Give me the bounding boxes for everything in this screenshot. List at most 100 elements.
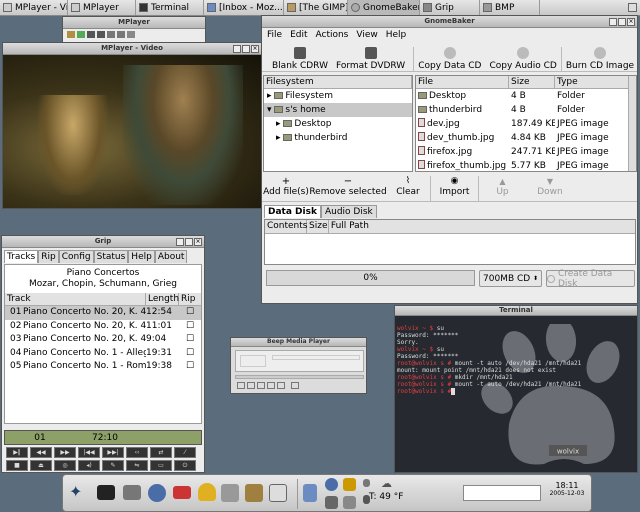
bmp-seekbar[interactable] — [235, 375, 364, 379]
tab-help[interactable]: Help — [128, 250, 155, 263]
window-titlebar[interactable]: Beep Media Player — [231, 338, 366, 347]
tab-rip[interactable]: Rip — [38, 250, 59, 263]
rip-checkbox[interactable]: ☐ — [179, 360, 201, 374]
text-editor-icon[interactable] — [269, 484, 287, 502]
import-button[interactable]: ◉ Import — [430, 176, 478, 201]
window-titlebar[interactable]: Terminal — [395, 306, 637, 316]
minimize-icon[interactable] — [233, 45, 241, 53]
type-column-header[interactable]: Type — [555, 76, 630, 88]
format-dvdrw-button[interactable]: Format DVDRW — [332, 47, 409, 71]
window-titlebar[interactable]: MPlayer — [63, 17, 205, 29]
close-icon[interactable]: × — [251, 45, 259, 53]
tree-row[interactable]: ▸ Filesystem — [264, 89, 412, 103]
task-gnomebaker[interactable]: GnomeBaker — [348, 0, 420, 15]
remove-selected-button[interactable]: − Remove selected — [309, 176, 386, 201]
start-menu-icon[interactable]: ✦ — [69, 483, 87, 501]
mail-icon[interactable] — [173, 486, 191, 499]
rewind-button[interactable]: ◀◀ — [30, 447, 52, 458]
image-viewer-icon[interactable] — [221, 484, 239, 502]
down-button[interactable]: ▼ Down — [526, 176, 574, 201]
tray-icon[interactable] — [628, 3, 637, 12]
file-row[interactable]: thunderbird 4 B Folder — [416, 103, 636, 117]
tree-row[interactable]: ▸ thunderbird — [264, 131, 412, 145]
window-titlebar[interactable]: GnomeBaker × — [262, 16, 637, 28]
tab-status[interactable]: Status — [93, 250, 129, 263]
tab-config[interactable]: Config — [58, 250, 94, 263]
weather-temperature[interactable]: T: 49 °F — [369, 492, 403, 502]
clear-button[interactable]: ⌇ Clear — [386, 176, 430, 201]
maximize-icon[interactable] — [242, 45, 250, 53]
close-icon[interactable]: × — [194, 238, 202, 246]
stop-icon[interactable] — [97, 31, 105, 38]
volume-button[interactable]: ◂) — [78, 460, 100, 471]
maximize-icon[interactable] — [618, 18, 626, 26]
fullscreen-icon[interactable] — [127, 31, 135, 38]
track-row[interactable]: 01 Piano Concerto No. 20, K. 466 12:54 ☐ — [5, 306, 201, 320]
prev-track-button[interactable]: |◀◀ — [78, 447, 100, 458]
file-list-scrollbar[interactable] — [628, 76, 636, 171]
stop-icon[interactable] — [267, 382, 275, 389]
play-icon[interactable] — [77, 31, 85, 38]
printer-icon[interactable] — [343, 496, 356, 509]
pause-icon[interactable] — [257, 382, 265, 389]
blank-cdrw-button[interactable]: Blank CDRW — [268, 47, 332, 71]
track-row[interactable]: 04 Piano Concerto No. 1 - Allegro 19:31 ☐ — [5, 347, 201, 361]
terminal-output[interactable]: wolvix ~ $ su Password: ******* Sorry. wolv… — [397, 318, 581, 409]
task-mplayer[interactable]: MPlayer — [68, 0, 136, 15]
power-button[interactable]: ⏻ — [174, 460, 196, 471]
size-column-header[interactable]: Size — [307, 220, 329, 233]
copy-audio-cd-button[interactable]: Copy Audio CD — [485, 47, 560, 71]
network-button[interactable]: ⇋ — [126, 460, 148, 471]
prev-icon[interactable] — [107, 31, 115, 38]
task-terminal[interactable]: Terminal — [136, 0, 204, 15]
create-data-disk-button[interactable]: Create Data Disk — [546, 269, 635, 289]
tab-data-disk[interactable]: Data Disk — [264, 205, 321, 218]
eject-button[interactable]: ⏏ — [30, 460, 52, 471]
rip-checkbox[interactable]: ☐ — [179, 306, 201, 320]
full-path-column-header[interactable]: Full Path — [329, 220, 635, 233]
tab-tracks[interactable]: Tracks — [4, 250, 39, 263]
menu-help[interactable]: Help — [386, 30, 407, 40]
menu-view[interactable]: View — [356, 30, 377, 40]
shuffle-button[interactable]: ⇄ — [150, 447, 172, 458]
terminal-launcher-icon[interactable] — [97, 485, 115, 500]
window-titlebar[interactable]: Grip × — [2, 236, 204, 248]
tab-about[interactable]: About — [154, 250, 188, 263]
misc-button[interactable]: ⁄ — [174, 447, 196, 458]
file-manager-icon[interactable] — [123, 485, 141, 500]
prev-disc-button[interactable]: ‹‹ — [126, 447, 148, 458]
stop-button[interactable]: ■ — [6, 460, 28, 471]
system-icon[interactable] — [303, 484, 317, 502]
maximize-icon[interactable] — [185, 238, 193, 246]
open-icon[interactable] — [67, 31, 75, 38]
play-pause-button[interactable]: ▶‖ — [6, 447, 28, 458]
up-button[interactable]: ▲ Up — [478, 176, 526, 201]
tree-row[interactable]: ▸ Desktop — [264, 117, 412, 131]
expander-icon[interactable]: ▾ — [267, 105, 274, 115]
task-gimp[interactable]: [The GIMP] — [284, 0, 348, 15]
rip-checkbox[interactable]: ☐ — [179, 347, 201, 361]
minimize-icon[interactable] — [176, 238, 184, 246]
next-track-button[interactable]: ▶▶| — [102, 447, 124, 458]
file-row[interactable]: firefox_thumb.jpg 5.77 KB JPEG image — [416, 159, 636, 171]
prev-icon[interactable] — [237, 382, 245, 389]
menu-edit[interactable]: Edit — [290, 30, 307, 40]
expander-icon[interactable]: ▸ — [276, 133, 283, 143]
run-command-input[interactable] — [463, 485, 541, 501]
copy-data-cd-button[interactable]: Copy Data CD — [413, 47, 485, 71]
length-column-header[interactable]: Length — [146, 293, 179, 305]
clock[interactable]: 18:11 2005-12-03 — [545, 481, 589, 497]
menu-actions[interactable]: Actions — [316, 30, 349, 40]
gimp-icon[interactable] — [245, 484, 263, 502]
rip-checkbox[interactable]: ☐ — [179, 333, 201, 347]
file-row[interactable]: Desktop 4 B Folder — [416, 89, 636, 103]
window-titlebar[interactable]: MPlayer - Video × — [3, 43, 261, 55]
rip-column-header[interactable]: Rip — [179, 293, 201, 305]
task-mozilla[interactable]: [Inbox - Moz... — [204, 0, 284, 15]
eject-icon[interactable] — [291, 382, 299, 389]
lock-icon[interactable] — [363, 479, 370, 487]
track-row[interactable]: 02 Piano Concerto No. 20, K. 466 11:01 ☐ — [5, 320, 201, 334]
next-icon[interactable] — [277, 382, 285, 389]
cd-button[interactable]: ◎ — [54, 460, 76, 471]
file-row[interactable]: dev.jpg 187.49 KB JPEG image — [416, 117, 636, 131]
